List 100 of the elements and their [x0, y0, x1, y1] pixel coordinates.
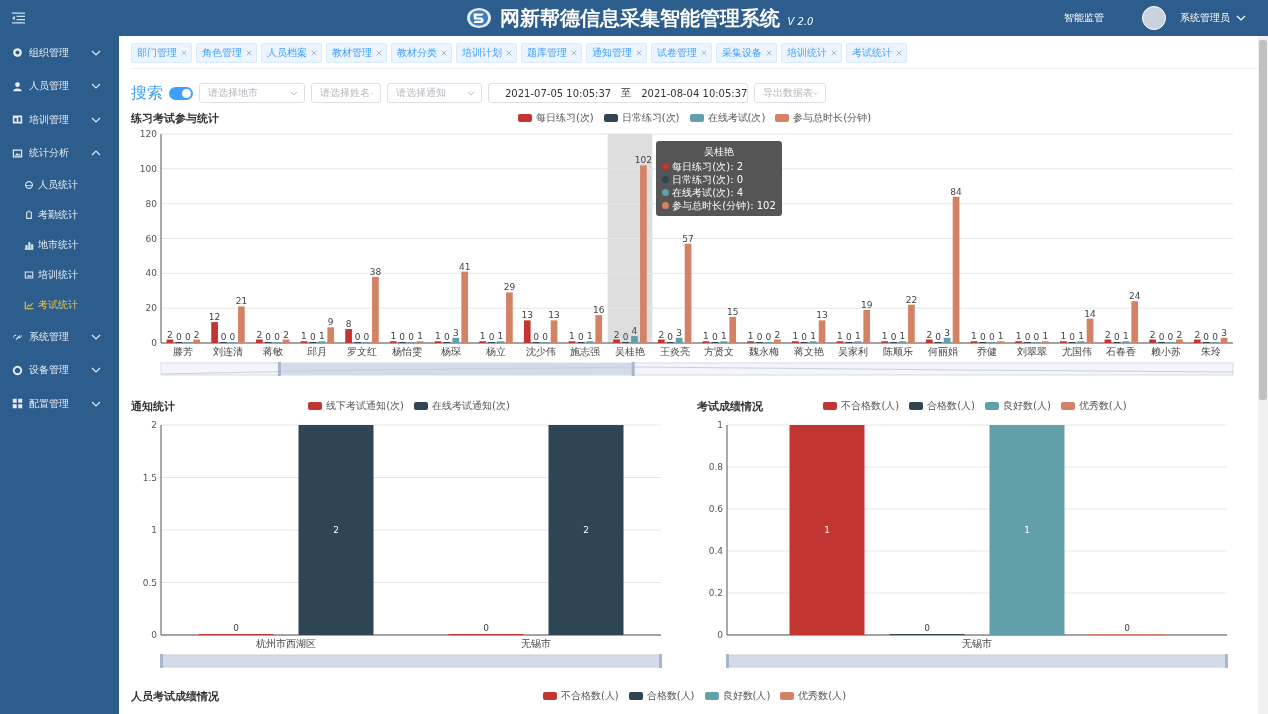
- legend-swatch[interactable]: [985, 402, 999, 410]
- legend-swatch[interactable]: [603, 114, 618, 122]
- close-icon[interactable]: [636, 50, 642, 56]
- legend-swatch[interactable]: [308, 402, 323, 410]
- bar[interactable]: [1104, 339, 1112, 343]
- bar[interactable]: [863, 309, 871, 343]
- legend-swatch[interactable]: [909, 402, 924, 410]
- legend-label[interactable]: 参与总时长(分钟): [793, 111, 872, 125]
- bar[interactable]: [952, 196, 960, 343]
- legend-swatch[interactable]: [823, 402, 838, 410]
- close-icon[interactable]: [376, 50, 382, 56]
- search-label: 搜索: [131, 82, 163, 104]
- submenu-item[interactable]: 考勤统计: [0, 200, 119, 230]
- close-icon[interactable]: [246, 50, 252, 56]
- legend-label[interactable]: 合格数(人): [927, 399, 975, 413]
- bar[interactable]: [550, 320, 558, 343]
- submenu-item[interactable]: 培训统计: [0, 260, 119, 290]
- bar-value-label: 0: [765, 332, 772, 342]
- bar[interactable]: [461, 271, 469, 343]
- bar[interactable]: [452, 337, 460, 343]
- bar[interactable]: [255, 339, 263, 343]
- legend-label[interactable]: 不合格数(人): [841, 399, 900, 413]
- menu-item[interactable]: 系统管理: [0, 320, 119, 354]
- legend-label[interactable]: 良好数(人): [722, 689, 771, 703]
- legend-label[interactable]: 优秀数(人): [1078, 399, 1127, 413]
- menu-item[interactable]: 培训管理: [0, 103, 119, 137]
- legend-label[interactable]: 不合格数(人): [560, 689, 619, 703]
- close-icon[interactable]: [571, 50, 577, 56]
- bar-value-label: 0: [483, 623, 489, 633]
- legend-swatch[interactable]: [780, 692, 795, 700]
- bar[interactable]: [595, 315, 603, 343]
- close-icon[interactable]: [311, 50, 317, 56]
- bar[interactable]: [925, 339, 933, 343]
- legend-label[interactable]: 日常练习(次): [621, 111, 680, 125]
- bar-value-label: 0: [408, 332, 414, 342]
- scrollbar-thumb[interactable]: [1259, 40, 1267, 400]
- bar[interactable]: [548, 425, 624, 635]
- legend-label[interactable]: 线下考试通知(次): [326, 399, 404, 413]
- bar-value-label: 0: [667, 332, 674, 342]
- legend-label[interactable]: 每日练习(次): [535, 111, 594, 125]
- bar[interactable]: [789, 425, 865, 635]
- bar[interactable]: [943, 337, 951, 343]
- menu-item[interactable]: 设备管理: [0, 353, 119, 387]
- bar[interactable]: [1193, 339, 1201, 343]
- bar[interactable]: [193, 339, 201, 343]
- bar-value-label: 0: [488, 332, 495, 342]
- caret-icon[interactable]: [1236, 15, 1246, 21]
- menu-item[interactable]: 统计分析: [0, 136, 119, 170]
- bar[interactable]: [675, 337, 683, 343]
- bar[interactable]: [1131, 301, 1139, 343]
- close-icon[interactable]: [766, 50, 772, 56]
- search-toggle[interactable]: [169, 86, 193, 100]
- bar[interactable]: [282, 339, 290, 343]
- submenu-item[interactable]: 地市统计: [0, 230, 119, 260]
- close-icon[interactable]: [506, 50, 512, 56]
- bar[interactable]: [523, 320, 531, 343]
- date-range-field[interactable]: 2021-07-05 10:05:37 至 2021-08-04 10:05:37: [488, 83, 748, 103]
- close-icon[interactable]: [831, 50, 837, 56]
- close-icon[interactable]: [181, 50, 187, 56]
- bar[interactable]: [684, 243, 692, 343]
- bar[interactable]: [1086, 318, 1094, 343]
- zoom-slider[interactable]: [726, 654, 1228, 668]
- close-icon[interactable]: [441, 50, 447, 56]
- legend-swatch[interactable]: [775, 114, 790, 122]
- bar[interactable]: [729, 316, 737, 343]
- bar[interactable]: [908, 304, 915, 343]
- legend-swatch[interactable]: [517, 114, 532, 122]
- legend-swatch[interactable]: [1060, 402, 1075, 410]
- menu-item[interactable]: 组织管理: [0, 36, 119, 70]
- bar[interactable]: [298, 425, 374, 635]
- legend-swatch[interactable]: [542, 692, 557, 700]
- legend-swatch[interactable]: [689, 114, 704, 122]
- legend-label[interactable]: 在线考试(次): [707, 111, 766, 125]
- legend-label[interactable]: 在线考试通知(次): [432, 399, 510, 413]
- bar[interactable]: [818, 320, 826, 343]
- bar[interactable]: [657, 339, 665, 343]
- legend-label[interactable]: 良好数(人): [1003, 399, 1051, 413]
- zoom-slider[interactable]: [160, 654, 662, 668]
- zoom-slider[interactable]: [160, 362, 1234, 376]
- monitor-link[interactable]: 智能监管: [1064, 11, 1104, 25]
- user-name[interactable]: 系统管理员: [1180, 11, 1230, 25]
- menu-item[interactable]: 配置管理: [0, 387, 119, 421]
- legend-label[interactable]: 优秀数(人): [798, 689, 847, 703]
- scrollbar[interactable]: [1258, 36, 1268, 714]
- bar[interactable]: [1220, 337, 1228, 343]
- bar[interactable]: [166, 339, 174, 343]
- legend-swatch[interactable]: [704, 692, 719, 700]
- legend-label[interactable]: 合格数(人): [646, 689, 695, 703]
- bar[interactable]: [613, 339, 620, 343]
- legend-swatch[interactable]: [414, 402, 428, 410]
- menu-item[interactable]: 人员管理: [0, 69, 119, 103]
- close-icon[interactable]: [896, 50, 902, 56]
- menu-icon[interactable]: [12, 12, 25, 24]
- legend-swatch[interactable]: [628, 692, 643, 700]
- avatar[interactable]: [1142, 6, 1166, 30]
- bar[interactable]: [1149, 339, 1156, 343]
- close-icon[interactable]: [701, 50, 707, 56]
- bar[interactable]: [327, 327, 335, 343]
- submenu-item[interactable]: 人员统计: [0, 170, 119, 200]
- submenu-item[interactable]: 考试统计: [0, 290, 119, 320]
